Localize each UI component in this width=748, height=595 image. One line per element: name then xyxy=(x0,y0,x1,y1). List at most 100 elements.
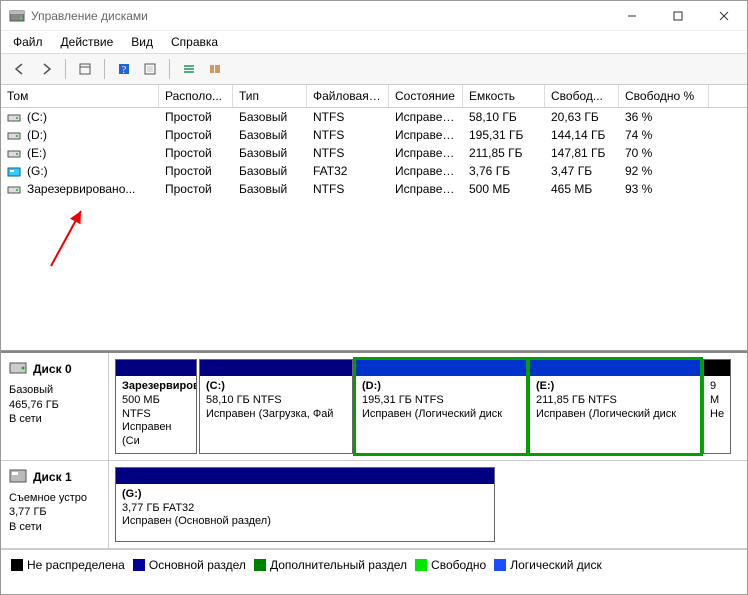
volume-status: Исправен... xyxy=(389,180,463,198)
volume-pct: 92 % xyxy=(619,162,709,180)
volume-type: Базовый xyxy=(233,180,307,198)
titlebar: Управление дисками xyxy=(1,1,747,31)
table-row[interactable]: (G:)ПростойБазовыйFAT32Исправен...3,76 Г… xyxy=(1,162,747,180)
table-row[interactable]: (D:)ПростойБазовыйNTFSИсправен...195,31 … xyxy=(1,126,747,144)
close-button[interactable] xyxy=(701,1,747,31)
disk-graphical-area: Диск 0Базовый465,76 ГБВ сетиЗарезервиров… xyxy=(1,351,747,549)
volume-capacity: 500 МБ xyxy=(463,180,545,198)
col-free[interactable]: Свобод... xyxy=(545,85,619,107)
partition[interactable]: 9 М Не xyxy=(703,359,731,454)
legend-unalloc: Не распределена xyxy=(11,558,125,572)
volume-name: (C:) xyxy=(27,110,47,124)
col-type[interactable]: Тип xyxy=(233,85,307,107)
minimize-button[interactable] xyxy=(609,1,655,31)
partition-sub: 195,31 ГБ NTFS xyxy=(362,394,444,406)
partition[interactable]: (G:)3,77 ГБ FAT32Исправен (Основной разд… xyxy=(115,467,495,542)
volume-fs: FAT32 xyxy=(307,162,389,180)
toolbar-separator xyxy=(65,59,66,79)
menu-view[interactable]: Вид xyxy=(131,35,153,49)
volume-free: 3,47 ГБ xyxy=(545,162,619,180)
partition-status: Исправен (Си xyxy=(122,421,172,447)
volume-fs: NTFS xyxy=(307,126,389,144)
legend-ext: Дополнительный раздел xyxy=(254,558,407,572)
partition-header xyxy=(356,360,526,376)
partition-status: Не xyxy=(710,408,724,420)
annotation-arrow xyxy=(41,206,121,276)
table-empty-area xyxy=(1,198,747,350)
partition[interactable]: (C:) 58,10 ГБ NTFS Исправен (Загрузка, Фай xyxy=(199,359,353,454)
disk-type: Съемное устро xyxy=(9,491,100,505)
partition[interactable]: Зарезервировано500 МБ NTFSИсправен (Си xyxy=(115,359,197,454)
menu-help[interactable]: Справка xyxy=(171,35,218,49)
volume-fs: NTFS xyxy=(307,108,389,126)
col-volume[interactable]: Том xyxy=(1,85,159,107)
volume-layout: Простой xyxy=(159,126,233,144)
volume-status: Исправен... xyxy=(389,126,463,144)
volume-capacity: 58,10 ГБ xyxy=(463,108,545,126)
refresh-button[interactable] xyxy=(139,58,161,80)
partition-status: Исправен (Логический диск xyxy=(362,408,502,420)
volume-free: 147,81 ГБ xyxy=(545,144,619,162)
drive-icon xyxy=(7,130,21,140)
legend-logical: Логический диск xyxy=(494,558,602,572)
volume-pct: 36 % xyxy=(619,108,709,126)
disk-size: 3,77 ГБ xyxy=(9,505,100,519)
partition-header xyxy=(116,468,494,484)
partition[interactable]: (E:)211,85 ГБ NTFSИсправен (Логический д… xyxy=(529,359,701,454)
disk-label[interactable]: Диск 0Базовый465,76 ГБВ сети xyxy=(1,353,109,460)
disk-partitions: Зарезервировано500 МБ NTFSИсправен (Си(C… xyxy=(109,353,747,460)
partition-sub: 58,10 ГБ NTFS xyxy=(206,394,282,406)
partition-sub: 9 М xyxy=(710,380,719,406)
list-view-button[interactable] xyxy=(178,58,200,80)
partition-name: (E:) xyxy=(536,380,554,392)
partition-header xyxy=(116,360,196,376)
volume-status: Исправен... xyxy=(389,162,463,180)
disk-state: В сети xyxy=(9,412,100,426)
disk-state: В сети xyxy=(9,520,100,534)
properties-button[interactable] xyxy=(74,58,96,80)
partition-sub: 3,77 ГБ FAT32 xyxy=(122,502,194,514)
disk-label[interactable]: Диск 1 Съемное устро3,77 ГБВ сети xyxy=(1,461,109,548)
window-title: Управление дисками xyxy=(31,9,609,23)
col-pct[interactable]: Свободно % xyxy=(619,85,709,107)
menubar: Файл Действие Вид Справка xyxy=(1,31,747,54)
legend-free: Свободно xyxy=(415,558,486,572)
volume-status: Исправен... xyxy=(389,144,463,162)
partition-name: (C:) xyxy=(206,380,225,392)
disk-title: Диск 1 xyxy=(33,470,72,486)
table-row[interactable]: (C:)ПростойБазовыйNTFSИсправен...58,10 Г… xyxy=(1,108,747,126)
partition-header xyxy=(530,360,700,376)
col-status[interactable]: Состояние xyxy=(389,85,463,107)
back-button[interactable] xyxy=(9,58,31,80)
volume-layout: Простой xyxy=(159,162,233,180)
col-fs[interactable]: Файловая с... xyxy=(307,85,389,107)
col-layout[interactable]: Располо... xyxy=(159,85,233,107)
partition-body: (E:)211,85 ГБ NTFSИсправен (Логический д… xyxy=(530,376,700,453)
menu-action[interactable]: Действие xyxy=(61,35,114,49)
help-button[interactable]: ? xyxy=(113,58,135,80)
volume-name: (D:) xyxy=(27,128,47,142)
maximize-button[interactable] xyxy=(655,1,701,31)
volume-type: Базовый xyxy=(233,108,307,126)
partition-status: Исправен (Загрузка, Фай xyxy=(206,408,333,420)
disk-partitions: (G:)3,77 ГБ FAT32Исправен (Основной разд… xyxy=(109,461,747,548)
graphic-view-button[interactable] xyxy=(204,58,226,80)
col-capacity[interactable]: Емкость xyxy=(463,85,545,107)
partition[interactable]: (D:)195,31 ГБ NTFSИсправен (Логический д… xyxy=(355,359,527,454)
volume-capacity: 195,31 ГБ xyxy=(463,126,545,144)
menu-file[interactable]: Файл xyxy=(13,35,43,49)
forward-button[interactable] xyxy=(35,58,57,80)
partition-header xyxy=(200,360,352,376)
volume-free: 144,14 ГБ xyxy=(545,126,619,144)
table-header: Том Располо... Тип Файловая с... Состоян… xyxy=(1,85,747,108)
volume-name: (G:) xyxy=(27,164,48,178)
volume-pct: 70 % xyxy=(619,144,709,162)
table-row[interactable]: Зарезервировано...ПростойБазовыйNTFSИспр… xyxy=(1,180,747,198)
volume-layout: Простой xyxy=(159,108,233,126)
legend-primary: Основной раздел xyxy=(133,558,246,572)
partition-name: Зарезервировано xyxy=(122,380,196,392)
disk-size: 465,76 ГБ xyxy=(9,398,100,412)
partition-sub: 211,85 ГБ NTFS xyxy=(536,394,617,406)
drive-icon xyxy=(7,112,21,122)
table-row[interactable]: (E:)ПростойБазовыйNTFSИсправен...211,85 … xyxy=(1,144,747,162)
